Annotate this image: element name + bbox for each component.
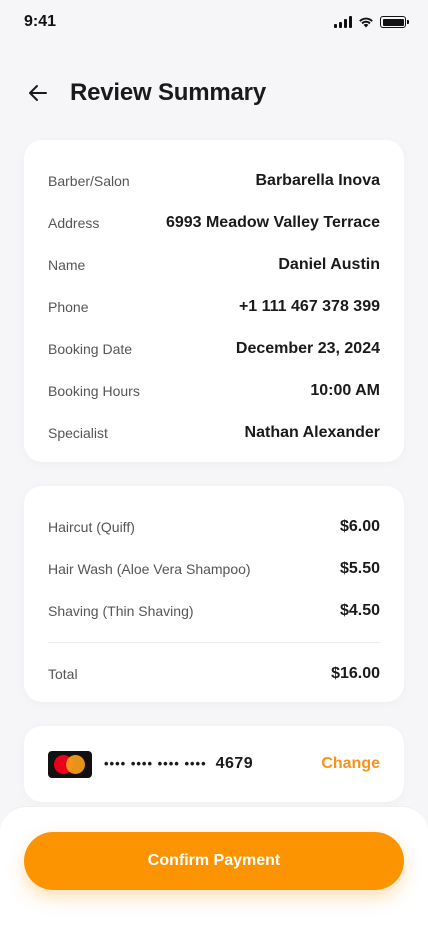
header: Review Summary [24,74,266,112]
wifi-icon [359,17,373,28]
service-label: Hair Wash (Aloe Vera Shampoo) [48,561,251,577]
detail-label: Name [48,257,86,273]
divider [48,642,380,643]
detail-row-salon: Barber/Salon Barbarella Inova [48,160,380,202]
services-card: Haircut (Quiff) $6.00 Hair Wash (Aloe Ve… [24,486,404,702]
detail-value: December 23, 2024 [235,340,380,357]
service-row: Haircut (Quiff) $6.00 [48,506,380,548]
service-price: $4.50 [339,602,380,619]
detail-row-address: Address 6993 Meadow Valley Terrace [48,202,380,244]
arrow-left-icon [29,85,47,101]
payment-method: •••• •••• •••• •••• 4679 [48,750,253,778]
total-row: Total $16.00 [48,653,380,695]
change-payment-link[interactable]: Change [321,755,380,773]
detail-row-name: Name Daniel Austin [48,244,380,286]
detail-label: Booking Hours [48,383,140,399]
detail-value: +1 111 467 378 399 [238,298,380,315]
detail-row-booking-hours: Booking Hours 10:00 AM [48,370,380,412]
status-time: 9:41 [24,13,57,30]
status-bar: 9:41 [0,0,428,44]
confirm-payment-button[interactable]: Confirm Payment [24,832,404,890]
detail-label: Barber/Salon [48,173,130,189]
page-title: Review Summary [70,79,266,106]
service-label: Shaving (Thin Shaving) [48,603,194,619]
card-last-four: 4679 [215,755,254,772]
detail-value: Nathan Alexander [244,424,380,441]
signal-icon [334,16,352,28]
booking-details-card: Barber/Salon Barbarella Inova Address 69… [24,140,404,462]
service-row: Shaving (Thin Shaving) $4.50 [48,590,380,632]
mastercard-icon [48,750,92,778]
masked-card-number: •••• •••• •••• •••• 4679 [104,755,253,773]
detail-value: Barbarella Inova [255,172,381,189]
service-price: $6.00 [339,518,380,535]
service-row: Hair Wash (Aloe Vera Shampoo) $5.50 [48,548,380,590]
detail-value: 10:00 AM [310,382,380,399]
total-price: $16.00 [331,665,380,682]
battery-icon [380,16,409,28]
detail-row-booking-date: Booking Date December 23, 2024 [48,328,380,370]
detail-row-specialist: Specialist Nathan Alexander [48,412,380,454]
detail-label: Phone [48,299,89,315]
status-icons [334,16,409,28]
detail-row-phone: Phone +1 111 467 378 399 [48,286,380,328]
detail-value: Daniel Austin [278,256,380,273]
masked-dots: •••• •••• •••• •••• [104,756,207,771]
payment-method-card: •••• •••• •••• •••• 4679 Change [24,726,404,802]
detail-label: Specialist [48,425,108,441]
detail-value: 6993 Meadow Valley Terrace [165,214,380,231]
detail-label: Address [48,215,100,231]
service-price: $5.50 [339,560,380,577]
service-label: Haircut (Quiff) [48,519,135,535]
back-button[interactable] [24,79,52,107]
detail-label: Booking Date [48,341,133,357]
total-label: Total [48,666,78,682]
